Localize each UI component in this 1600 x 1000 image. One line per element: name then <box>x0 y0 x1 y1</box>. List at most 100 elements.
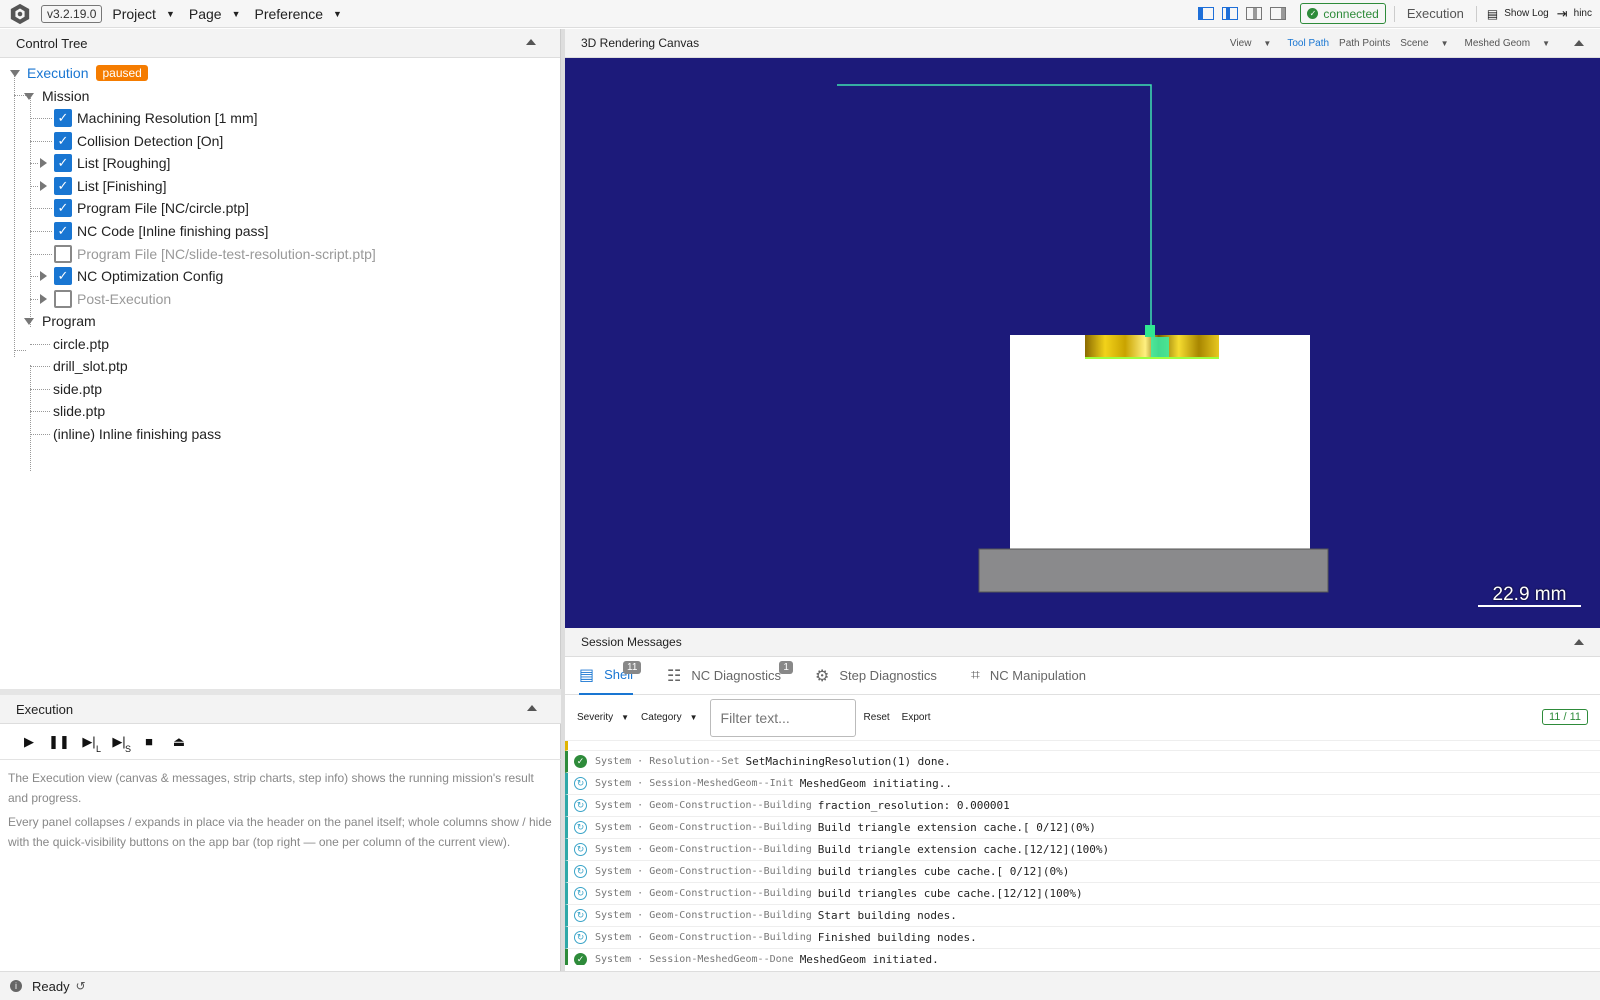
connection-status-badge[interactable]: ✓ connected <box>1300 3 1386 24</box>
execution-node-label[interactable]: Execution <box>27 65 88 81</box>
path-points-label: Path Points <box>1339 37 1391 49</box>
list-item[interactable]: ↻ System · Geom-Construction--Building Bui… <box>565 839 1600 861</box>
list-item[interactable]: ↻ System · Session-MeshedGeom--Init Meshed… <box>565 773 1600 795</box>
tree-guide <box>30 118 52 119</box>
tree-node-mission[interactable]: Mission <box>24 85 89 107</box>
current-view-label[interactable]: Execution <box>1395 6 1476 21</box>
tree-node-program-file[interactable]: slide.ptp <box>53 400 105 422</box>
pause-icon[interactable]: ❚❚ <box>44 730 74 754</box>
info-icon[interactable]: i <box>10 980 22 992</box>
tree-node-mission-item[interactable]: ✓ NC Code [Inline finishing pass] <box>54 220 268 242</box>
paused-status-badge: paused <box>96 65 148 81</box>
menu-project[interactable]: Project ▼ <box>112 6 175 22</box>
message-source: System · Geom-Construction--Building <box>595 910 812 921</box>
list-item[interactable]: ↻ System · Geom-Construction--Building bui… <box>565 883 1600 905</box>
app-logo-icon[interactable] <box>9 3 31 25</box>
tree-node-mission-item[interactable]: Post-Execution <box>40 288 171 310</box>
show-log-label: Show Log <box>1504 8 1549 19</box>
expand-toggle-icon[interactable] <box>10 69 20 77</box>
tree-node-program-file[interactable]: side.ptp <box>53 378 102 400</box>
path-points-toggle[interactable]: Path Points <box>1339 38 1390 49</box>
list-item[interactable]: ✓ System · Session-MeshedGeom--Done Meshed… <box>565 949 1600 965</box>
collapse-icon[interactable] <box>1574 40 1584 46</box>
expand-toggle-icon[interactable] <box>40 294 47 304</box>
checkbox-checked-icon[interactable]: ✓ <box>54 132 72 150</box>
expand-toggle-icon[interactable] <box>24 92 34 100</box>
rendering-canvas[interactable]: 22.9 mm <box>565 58 1600 628</box>
expand-toggle-icon[interactable] <box>40 271 47 281</box>
tree-node-mission-item[interactable]: ✓ Machining Resolution [1 mm] <box>54 107 258 129</box>
reset-button[interactable]: Reset <box>864 712 890 723</box>
eject-icon[interactable]: ⏏ <box>164 730 194 754</box>
tab-step-diagnostics[interactable]: ⚙ Step Diagnostics <box>815 657 937 695</box>
list-item[interactable]: ↻ System · Geom-Construction--Building Bui… <box>565 817 1600 839</box>
execution-header[interactable]: Execution <box>0 695 561 724</box>
collapse-icon[interactable] <box>527 705 537 711</box>
expand-toggle-icon[interactable] <box>40 181 47 191</box>
column-toggle-2-icon[interactable] <box>1222 7 1239 20</box>
tree-node-program-file[interactable]: (inline) Inline finishing pass <box>53 423 221 445</box>
tab-nc-diagnostics[interactable]: ☷ NC Diagnostics 1 <box>667 657 793 695</box>
checkbox-checked-icon[interactable]: ✓ <box>54 154 72 172</box>
menu-preference[interactable]: Preference ▼ <box>255 6 342 22</box>
list-item[interactable]: ↻ System · Geom-Construction--Building fra… <box>565 795 1600 817</box>
list-item[interactable]: ↻ System · Geom-Construction--Building Sta… <box>565 905 1600 927</box>
scene-dropdown[interactable]: Scene ▼ <box>1400 38 1448 49</box>
step-segment-icon[interactable]: ▶| S <box>104 730 134 754</box>
collapse-icon[interactable] <box>526 39 536 45</box>
history-icon[interactable]: ↺ <box>76 979 86 993</box>
list-item[interactable]: ✓ System · Resolution--Set SetMachiningRes… <box>565 751 1600 773</box>
column-toggle-3-icon[interactable] <box>1246 7 1263 20</box>
tree-guide <box>30 344 50 345</box>
tree-node-program[interactable]: Program <box>24 310 96 332</box>
show-log-button[interactable]: ▤ Show Log <box>1487 7 1549 21</box>
column-toggle-1-icon[interactable] <box>1198 7 1215 20</box>
tab-label: Step Diagnostics <box>839 668 937 683</box>
tree-node-mission-item[interactable]: ✓ List [Finishing] <box>40 175 166 197</box>
expand-toggle-icon[interactable] <box>40 158 47 168</box>
session-messages-header[interactable]: Session Messages <box>565 628 1600 657</box>
expand-toggle-icon[interactable] <box>24 317 34 325</box>
user-logout-button[interactable]: ⇥ hinc <box>1557 6 1592 22</box>
tab-nc-manipulation[interactable]: ⌗ NC Manipulation <box>971 657 1086 695</box>
tree-node-mission-item[interactable]: ✓ Program File [NC/circle.ptp] <box>54 197 249 219</box>
severity-dropdown[interactable]: Severity ▼ <box>577 712 629 723</box>
play-icon[interactable]: ▶ <box>14 730 44 754</box>
control-tree-header[interactable]: Control Tree <box>0 29 560 58</box>
checkbox-unchecked-icon[interactable] <box>54 290 72 308</box>
step-line-icon[interactable]: ▶| L <box>74 730 104 754</box>
meshed-geom-dropdown[interactable]: Meshed Geom ▼ <box>1464 38 1550 49</box>
checkbox-checked-icon[interactable]: ✓ <box>54 177 72 195</box>
tool-path-toggle[interactable]: Tool Path <box>1287 38 1329 49</box>
tree-guide <box>14 73 15 357</box>
checkbox-unchecked-icon[interactable] <box>54 245 72 263</box>
tree-node-mission-item[interactable]: Program File [NC/slide-test-resolution-s… <box>54 243 376 265</box>
message-list[interactable]: ✓ System · Resolution--Set SetMachiningRes… <box>565 741 1600 965</box>
menu-page[interactable]: Page ▼ <box>189 6 241 22</box>
checkbox-checked-icon[interactable]: ✓ <box>54 199 72 217</box>
list-item[interactable]: ↻ System · Geom-Construction--Building bui… <box>565 861 1600 883</box>
tree-node-execution[interactable]: Execution paused <box>10 62 148 84</box>
message-text: fraction_resolution: 0.000001 <box>817 799 1010 812</box>
session-messages-title: Session Messages <box>581 635 682 649</box>
tree-guide <box>30 389 50 390</box>
tree-node-program-file[interactable]: drill_slot.ptp <box>53 355 128 377</box>
checkbox-checked-icon[interactable]: ✓ <box>54 109 72 127</box>
checkbox-checked-icon[interactable]: ✓ <box>54 222 72 240</box>
filter-text-input[interactable] <box>709 698 856 737</box>
collapse-icon[interactable] <box>1574 639 1584 645</box>
tree-node-mission-item[interactable]: ✓ Collision Detection [On] <box>54 130 223 152</box>
canvas-header[interactable]: 3D Rendering Canvas View ▼ Tool Path Path… <box>565 29 1600 58</box>
tree-node-mission-item[interactable]: ✓ NC Optimization Config <box>40 265 223 287</box>
column-toggle-4-icon[interactable] <box>1270 7 1287 20</box>
list-item[interactable]: ↻ System · Geom-Construction--Building Fin… <box>565 927 1600 949</box>
tab-label: NC Manipulation <box>989 668 1087 683</box>
category-dropdown[interactable]: Category ▼ <box>641 712 698 723</box>
tree-node-mission-item[interactable]: ✓ List [Roughing] <box>40 152 170 174</box>
view-dropdown[interactable]: View ▼ <box>1230 38 1271 49</box>
tab-shell[interactable]: ▤ Shell 11 <box>579 657 642 695</box>
tree-node-program-file[interactable]: circle.ptp <box>53 333 109 355</box>
stop-icon[interactable]: ■ <box>134 730 164 754</box>
export-button[interactable]: Export <box>902 712 931 723</box>
checkbox-checked-icon[interactable]: ✓ <box>54 267 72 285</box>
